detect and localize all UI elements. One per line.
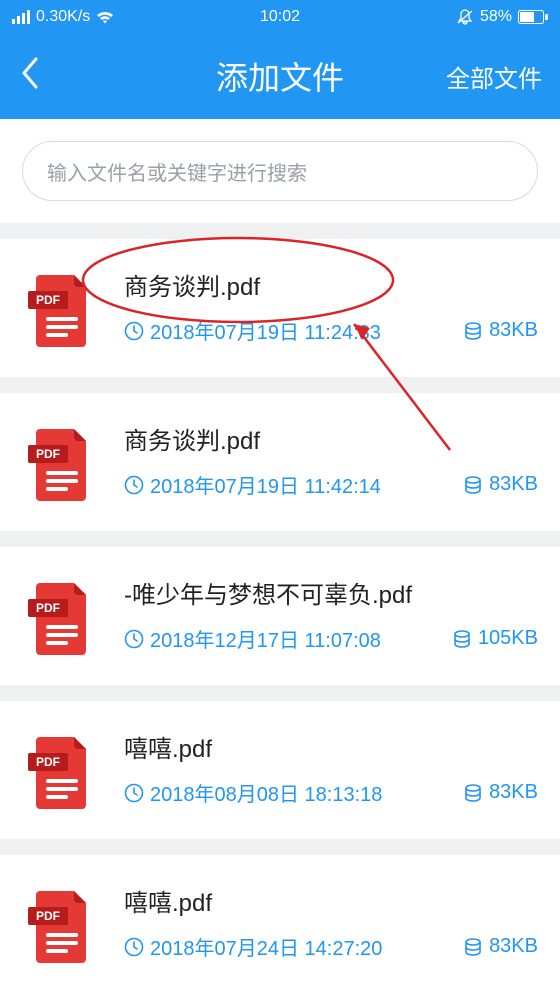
list-item[interactable]: PDF 商务谈判.pdf 2018年07月19日 11:24:33 83KB	[0, 239, 560, 377]
pdf-icon: PDF	[24, 269, 94, 349]
storage-icon	[452, 629, 472, 649]
file-date-text: 2018年12月17日 11:07:08	[150, 624, 381, 653]
file-size: 83KB	[463, 319, 538, 342]
net-speed: 0.30K/s	[36, 8, 90, 26]
battery-icon	[518, 10, 548, 24]
clock-icon	[124, 629, 144, 649]
list-item[interactable]: PDF -唯少年与梦想不可辜负.pdf 2018年12月17日 11:07:08…	[0, 547, 560, 685]
wifi-icon	[96, 10, 114, 24]
svg-text:PDF: PDF	[36, 293, 60, 307]
file-meta: 2018年12月17日 11:07:08 105KB	[124, 624, 538, 653]
filter-all-files[interactable]: 全部文件	[446, 59, 542, 94]
file-date: 2018年12月17日 11:07:08	[124, 624, 442, 653]
clock-icon	[124, 321, 144, 341]
file-meta: 2018年07月19日 11:42:14 83KB	[124, 470, 538, 499]
pdf-icon: PDF	[24, 885, 94, 965]
list-item[interactable]: PDF 嘻嘻.pdf 2018年08月08日 18:13:18 83KB	[0, 701, 560, 839]
file-size: 83KB	[463, 935, 538, 958]
list-item[interactable]: PDF 嘻嘻.pdf 2018年07月24日 14:27:20 83KB	[0, 855, 560, 993]
status-right: 58%	[456, 8, 548, 26]
clock-icon	[124, 937, 144, 957]
status-time: 10:02	[260, 8, 300, 26]
bell-muted-icon	[456, 9, 474, 25]
file-size: 83KB	[463, 473, 538, 496]
file-name: 嘻嘻.pdf	[124, 883, 538, 918]
file-list: PDF 商务谈判.pdf 2018年07月19日 11:24:33 83KB	[0, 239, 560, 993]
file-info: -唯少年与梦想不可辜负.pdf 2018年12月17日 11:07:08 105…	[124, 575, 538, 653]
file-name: 嘻嘻.pdf	[124, 729, 538, 764]
clock-icon	[124, 475, 144, 495]
file-date: 2018年07月19日 11:42:14	[124, 470, 453, 499]
signal-icon	[12, 10, 30, 24]
file-date-text: 2018年08月08日 18:13:18	[150, 778, 382, 807]
file-meta: 2018年07月24日 14:27:20 83KB	[124, 932, 538, 961]
storage-icon	[463, 937, 483, 957]
file-size-text: 105KB	[478, 627, 538, 650]
pdf-icon: PDF	[24, 423, 94, 503]
pdf-icon: PDF	[24, 577, 94, 657]
svg-text:PDF: PDF	[36, 755, 60, 769]
file-info: 商务谈判.pdf 2018年07月19日 11:24:33 83KB	[124, 267, 538, 345]
file-date-text: 2018年07月19日 11:24:33	[150, 316, 381, 345]
svg-text:PDF: PDF	[36, 601, 60, 615]
app-header: 添加文件 全部文件	[0, 33, 560, 119]
file-date-text: 2018年07月24日 14:27:20	[150, 932, 382, 961]
file-meta: 2018年08月08日 18:13:18 83KB	[124, 778, 538, 807]
storage-icon	[463, 475, 483, 495]
file-date: 2018年08月08日 18:13:18	[124, 778, 453, 807]
search-container: 输入文件名或关键字进行搜索	[0, 119, 560, 223]
file-date: 2018年07月19日 11:24:33	[124, 316, 453, 345]
status-bar: 0.30K/s 10:02 58%	[0, 0, 560, 33]
file-name: 商务谈判.pdf	[124, 267, 538, 302]
storage-icon	[463, 783, 483, 803]
clock-icon	[124, 783, 144, 803]
status-left: 0.30K/s	[12, 8, 114, 26]
file-size: 105KB	[452, 627, 538, 650]
search-input[interactable]: 输入文件名或关键字进行搜索	[22, 141, 538, 201]
file-date-text: 2018年07月19日 11:42:14	[150, 470, 381, 499]
file-meta: 2018年07月19日 11:24:33 83KB	[124, 316, 538, 345]
file-size-text: 83KB	[489, 781, 538, 804]
file-name: -唯少年与梦想不可辜负.pdf	[124, 575, 538, 610]
file-date: 2018年07月24日 14:27:20	[124, 932, 453, 961]
battery-pct: 58%	[480, 8, 512, 26]
storage-icon	[463, 321, 483, 341]
file-info: 嘻嘻.pdf 2018年08月08日 18:13:18 83KB	[124, 729, 538, 807]
pdf-icon: PDF	[24, 731, 94, 811]
file-info: 嘻嘻.pdf 2018年07月24日 14:27:20 83KB	[124, 883, 538, 961]
file-size: 83KB	[463, 781, 538, 804]
file-info: 商务谈判.pdf 2018年07月19日 11:42:14 83KB	[124, 421, 538, 499]
file-size-text: 83KB	[489, 935, 538, 958]
search-placeholder: 输入文件名或关键字进行搜索	[47, 157, 307, 186]
file-size-text: 83KB	[489, 473, 538, 496]
svg-text:PDF: PDF	[36, 909, 60, 923]
list-item[interactable]: PDF 商务谈判.pdf 2018年07月19日 11:42:14 83KB	[0, 393, 560, 531]
file-name: 商务谈判.pdf	[124, 421, 538, 456]
back-button[interactable]	[18, 55, 40, 97]
page-title: 添加文件	[216, 53, 344, 99]
file-size-text: 83KB	[489, 319, 538, 342]
svg-text:PDF: PDF	[36, 447, 60, 461]
